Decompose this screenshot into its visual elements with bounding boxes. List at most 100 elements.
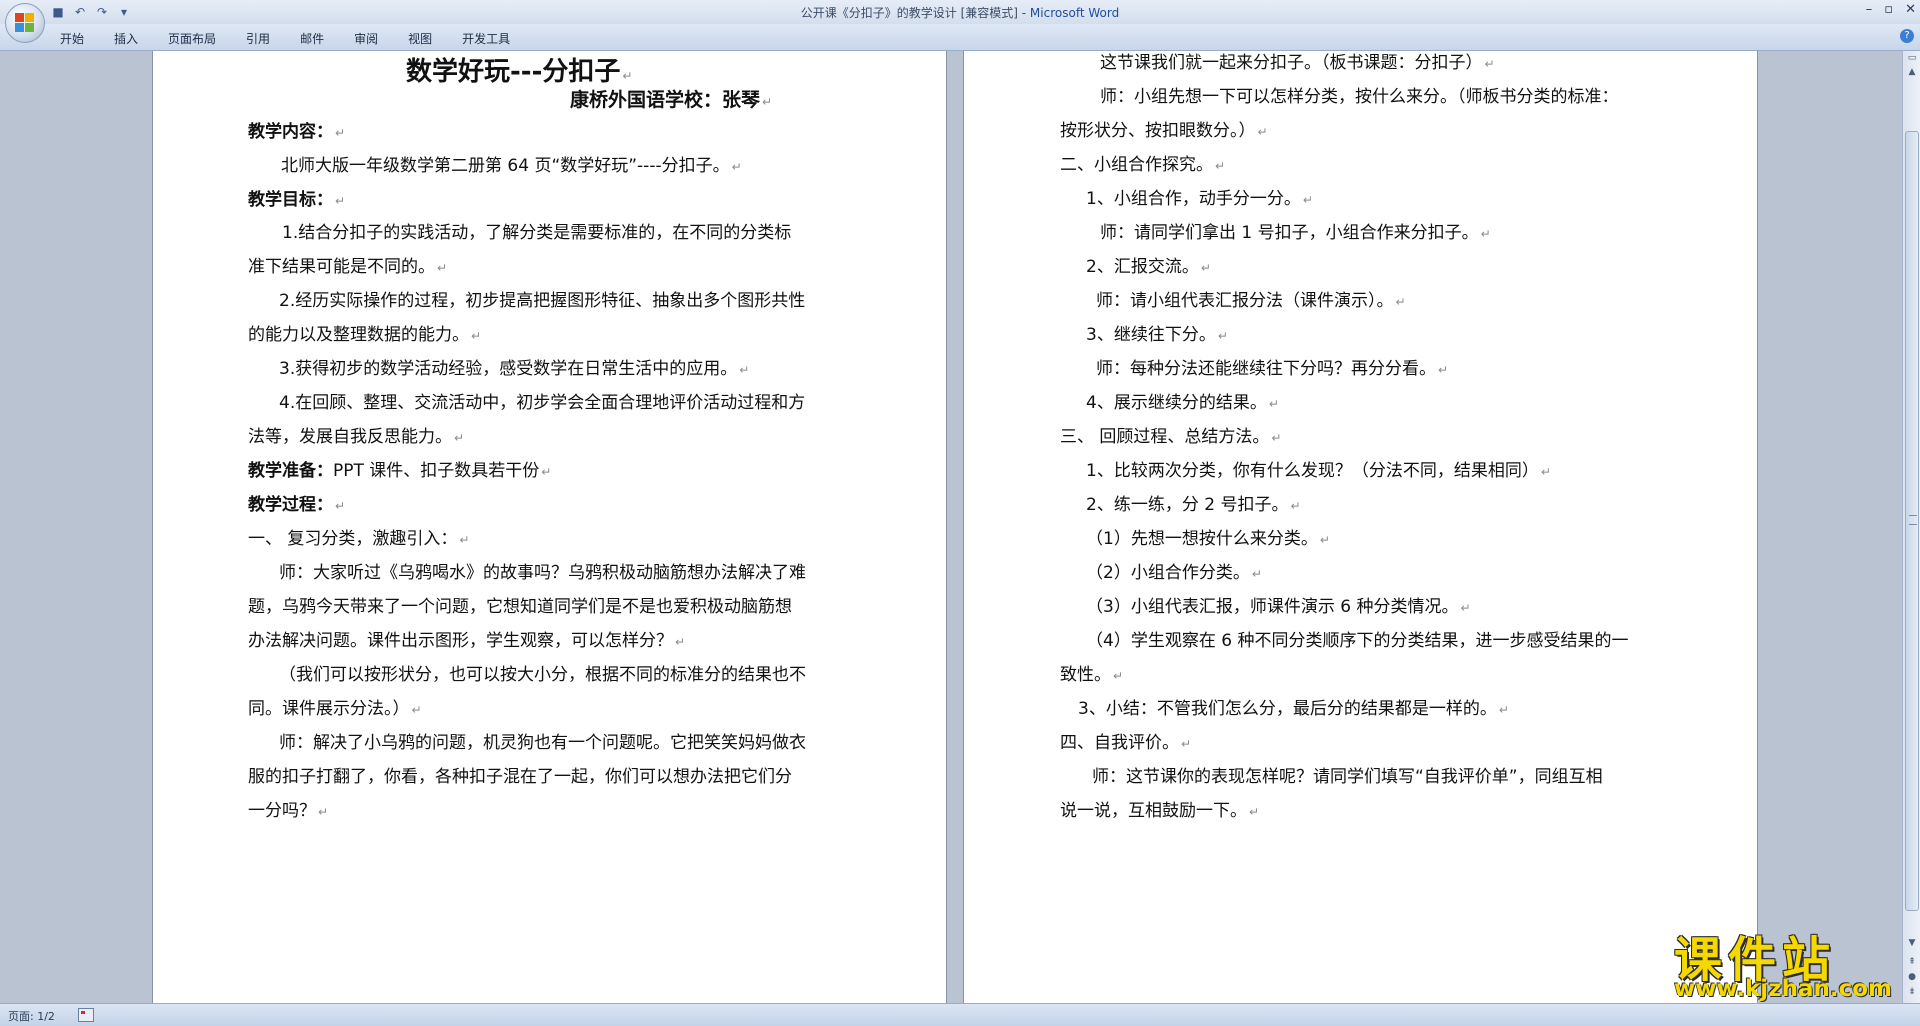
paragraph-mark-icon: ↵ <box>1540 465 1551 479</box>
help-icon[interactable]: ? <box>1900 29 1914 43</box>
left-page-line: 准下结果可能是不同的。 ↵ <box>248 255 447 280</box>
right-page-line: 师：请小组代表汇报分法（课件演示）。 ↵ <box>1096 289 1406 314</box>
left-page-line: 教学内容： ↵ <box>248 120 345 145</box>
tab-0[interactable]: 开始 <box>60 30 84 47</box>
right-page-line: 1、小组合作，动手分一分。 ↵ <box>1086 187 1313 212</box>
left-page-line: 4.在回顾、整理、交流活动中，初步学会全面合理地评价活动过程和方 <box>279 391 805 415</box>
tab-4[interactable]: 邮件 <box>300 30 324 47</box>
document-page-2[interactable]: 这节课我们就一起来分扣子。（板书课题：分扣子） ↵ 师：小组先想一下可以怎样分类，按… <box>963 51 1758 1003</box>
line-text: 教学目标： <box>248 190 333 210</box>
close-icon[interactable]: ✕ <box>1905 2 1916 17</box>
line-text: 四、自我评价。 <box>1060 733 1179 753</box>
right-page-line: （4）学生观察在 6 种不同分类顺序下的分类结果，进一步感受结果的一 <box>1086 629 1628 653</box>
ruler-toggle-icon[interactable]: ▭ <box>1905 53 1919 63</box>
line-text: 办法解决问题。课件出示图形，学生观察，可以怎样分？ <box>248 631 673 651</box>
page-count[interactable]: 页面: 1/2 <box>8 1008 55 1024</box>
left-page-line: 服的扣子打翻了，你看，各种扣子混在了一起，你们可以想办法把它们分 <box>248 765 792 789</box>
tab-6[interactable]: 视图 <box>408 30 432 47</box>
line-text: 致性。 <box>1060 665 1111 685</box>
left-page-line: 办法解决问题。课件出示图形，学生观察，可以怎样分？ ↵ <box>248 629 685 654</box>
left-page-line: 1.结合分扣子的实践活动，了解分类是需要标准的，在不同的分类标 <box>282 221 791 245</box>
ribbon-tabs: 开始 插入 页面布局 引用 邮件 审阅 视图 开发工具 ? <box>0 24 1920 51</box>
line-text: 2、汇报交流。 <box>1086 257 1199 277</box>
line-text: 三、 回顾过程、总结方法。 <box>1060 427 1270 447</box>
line-text: 按形状分、按扣眼数分。） <box>1060 121 1256 141</box>
line-text: 教学内容： <box>248 122 333 142</box>
paragraph-mark-icon: ↵ <box>335 126 346 140</box>
paragraph-mark-icon: ↵ <box>459 533 470 547</box>
paragraph-mark-icon: ↵ <box>1200 261 1211 275</box>
proofing-icon[interactable] <box>78 1008 94 1022</box>
line-text: 说一说，互相鼓励一下。 <box>1060 801 1247 821</box>
line-text: 1、比较两次分类，你有什么发现？（分法不同，结果相同） <box>1086 461 1539 481</box>
scroll-up-icon[interactable]: ▲ <box>1905 65 1919 79</box>
right-page-line: （1）先想一想按什么来分类。 ↵ <box>1086 527 1330 552</box>
line-text: 2.经历实际操作的过程，初步提高把握图形特征、抽象出多个图形共性 <box>279 291 806 311</box>
document-title: 公开课《分扣子》的教学设计 [兼容模式] - <box>800 6 1030 20</box>
left-page-line: 题，乌鸦今天带来了一个问题，它想知道同学们是不是也爱积极动脑筋想 <box>248 595 792 619</box>
paragraph-mark-icon: ↵ <box>1290 499 1301 513</box>
right-page-line: 师：小组先想一下可以怎样分类，按什么来分。（师板书分类的标准： <box>1100 85 1619 109</box>
paragraph-mark-icon: ↵ <box>471 329 482 343</box>
line-text: 北师大版一年级数学第二册第 64 页“数学好玩”----分扣子。 <box>281 156 730 176</box>
tab-7[interactable]: 开发工具 <box>462 30 510 47</box>
paragraph-mark-icon: ↵ <box>1249 805 1260 819</box>
paragraph-mark-icon: ↵ <box>1257 125 1268 139</box>
office-logo-icon <box>15 13 35 33</box>
watermark-url: www.kjzhan.com <box>1674 976 1892 1002</box>
line-text: 3、继续往下分。 <box>1086 325 1216 345</box>
paragraph-mark-icon: ↵ <box>318 805 329 819</box>
vertical-scrollbar[interactable]: ▭ ▲ ▼ ⇞ ● ⇟ <box>1902 51 1920 1003</box>
scroll-thumb[interactable] <box>1905 131 1919 911</box>
line-text: 师：小组先想一下可以怎样分类，按什么来分。（师板书分类的标准： <box>1100 87 1619 107</box>
right-page-line: 师：每种分法还能继续往下分吗？再分分看。 ↵ <box>1096 357 1448 382</box>
line-text: 康桥外国语学校：张琴 <box>570 89 761 111</box>
line-text: （1）先想一想按什么来分类。 <box>1086 529 1318 549</box>
paragraph-mark-icon: ↵ <box>762 95 773 109</box>
line-text: 1、小组合作，动手分一分。 <box>1086 189 1301 209</box>
office-button[interactable] <box>5 3 45 43</box>
right-page-line: 三、 回顾过程、总结方法。 ↵ <box>1060 425 1281 450</box>
line-text: 师：大家听过《乌鸦喝水》的故事吗？乌鸦积极动脑筋想办法解决了难 <box>279 563 806 583</box>
paragraph-mark-icon: ↵ <box>1217 329 1228 343</box>
paragraph-mark-icon: ↵ <box>1302 193 1313 207</box>
paragraph-mark-icon: ↵ <box>1113 669 1124 683</box>
right-page-line: 这节课我们就一起来分扣子。（板书课题：分扣子） ↵ <box>1100 51 1495 76</box>
line-text: 4、展示继续分的结果。 <box>1086 393 1267 413</box>
document-page-1[interactable]: 数学好玩---分扣子 ↵ 康桥外国语学校：张琴 ↵ 教学内容： ↵ 北师大版一年级数学第二册… <box>152 51 947 1003</box>
line-text: PPT 课件、扣子数具若干份 <box>333 461 540 481</box>
restore-icon[interactable]: ▫ <box>1884 2 1893 17</box>
right-page-line: 3、继续往下分。 ↵ <box>1086 323 1228 348</box>
tab-2[interactable]: 页面布局 <box>168 30 216 47</box>
left-page-line: 教学准备：PPT 课件、扣子数具若干份 ↵ <box>248 459 551 484</box>
line-text: 师：请小组代表汇报分法（课件演示）。 <box>1096 291 1394 311</box>
minimize-icon[interactable]: – <box>1866 2 1873 17</box>
line-text: 师：这节课你的表现怎样呢？请同学们填写“自我评价单”，同组互相 <box>1092 767 1603 787</box>
left-page-line: 一、 复习分类，激趣引入： ↵ <box>248 527 469 552</box>
left-page-line: 数学好玩---分扣子 ↵ <box>406 56 632 92</box>
paragraph-mark-icon: ↵ <box>1271 431 1282 445</box>
tab-5[interactable]: 审阅 <box>354 30 378 47</box>
paragraph-mark-icon: ↵ <box>1395 295 1406 309</box>
line-text: 法等，发展自我反思能力。 <box>248 427 452 447</box>
paragraph-mark-icon: ↵ <box>541 465 552 479</box>
tab-3[interactable]: 引用 <box>246 30 270 47</box>
left-page-line: 康桥外国语学校：张琴 ↵ <box>570 88 772 114</box>
window-controls: – ▫ ✕ <box>1866 2 1916 17</box>
right-page-line: （2）小组合作分类。 ↵ <box>1086 561 1262 586</box>
left-page-line: 法等，发展自我反思能力。 ↵ <box>248 425 464 450</box>
watermark-logo: 课件站 www.kjzhan.com <box>1668 920 1908 1002</box>
paragraph-mark-icon: ↵ <box>335 499 346 513</box>
line-text: 一分吗？ <box>248 801 316 821</box>
paragraph-mark-icon: ↵ <box>1438 363 1449 377</box>
line-text: 2、练一练，分 2 号扣子。 <box>1086 495 1289 515</box>
paragraph-mark-icon: ↵ <box>739 363 750 377</box>
tab-1[interactable]: 插入 <box>114 30 138 47</box>
line-text: （2）小组合作分类。 <box>1086 563 1250 583</box>
paragraph-mark-icon: ↵ <box>1319 533 1330 547</box>
line-text: 师：请同学们拿出 1 号扣子，小组合作来分扣子。 <box>1100 223 1479 243</box>
line-text: 3.获得初步的数学活动经验，感受数学在日常生活中的应用。 <box>279 359 738 379</box>
left-page-line: 的能力以及整理数据的能力。 ↵ <box>248 323 481 348</box>
line-text: 师：解决了小乌鸦的问题，机灵狗也有一个问题呢。它把笑笑妈妈做衣 <box>279 733 806 753</box>
right-page-line: 二、小组合作探究。 ↵ <box>1060 153 1225 178</box>
